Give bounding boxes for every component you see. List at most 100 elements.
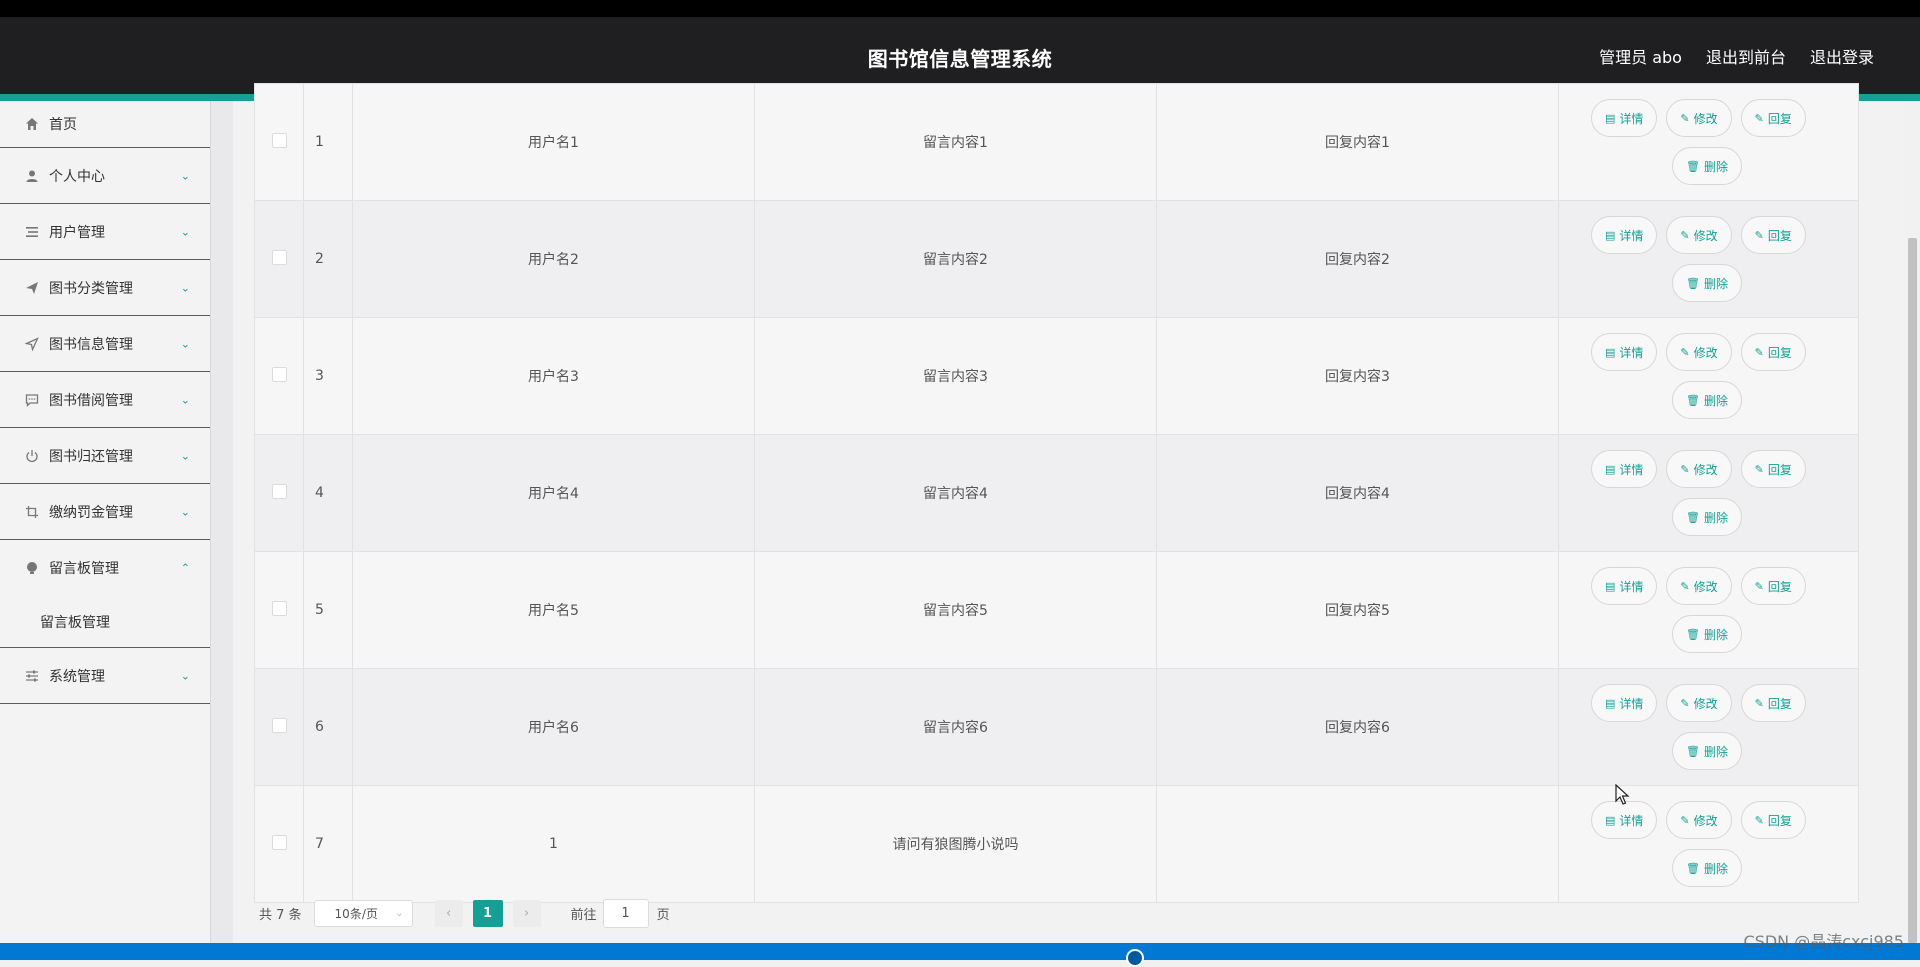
username-cell: 用户名4 (352, 434, 755, 552)
actions-cell: ▤ 详情 ✎ 修改 ✎ 回复 🗑 删除 (1558, 668, 1859, 786)
delete-button[interactable]: 🗑 删除 (1672, 381, 1742, 419)
delete-button[interactable]: 🗑 删除 (1672, 732, 1742, 770)
edit-button[interactable]: ✎ 修改 (1666, 99, 1732, 137)
reply-button[interactable]: ✎ 回复 (1740, 684, 1806, 722)
reply-button[interactable]: ✎ 回复 (1740, 567, 1806, 605)
page-scrollbar[interactable] (1905, 101, 1920, 943)
page-number-current[interactable]: 1 (472, 900, 503, 927)
row-checkbox[interactable] (271, 366, 287, 382)
chevron-down-icon: ⌄ (180, 505, 190, 518)
submenu-item-message-board[interactable]: 留言板管理 (0, 596, 210, 648)
reply-label: 回复 (1767, 813, 1792, 828)
sidebar-item-book-category[interactable]: 图书分类管理 ⌄ (0, 260, 210, 316)
chevron-down-icon: ⌄ (180, 169, 190, 182)
row-checkbox[interactable] (271, 249, 287, 265)
sidebar-item-borrow[interactable]: 图书借阅管理 ⌄ (0, 372, 210, 428)
document-icon: ▤ (1605, 696, 1616, 710)
actions-cell: ▤ 详情 ✎ 修改 ✎ 回复 🗑 删除 (1558, 551, 1859, 669)
sidebar-item-fines[interactable]: 缴纳罚金管理 ⌄ (0, 484, 210, 540)
pencil-icon: ✎ (1680, 813, 1690, 827)
edit-label: 修改 (1693, 696, 1718, 711)
table-row: 3 用户名3 留言内容3 回复内容3 ▤ 详情 ✎ 修改 ✎ 回复 🗑 删除 (254, 317, 1859, 435)
prev-page-button[interactable]: ‹ (434, 900, 463, 927)
detail-button[interactable]: ▤ 详情 (1591, 567, 1658, 605)
row-checkbox[interactable] (271, 834, 287, 850)
message-table: 1 用户名1 留言内容1 回复内容1 ▤ 详情 ✎ 修改 ✎ 回复 🗑 删除 2 用户名2 留言内容2 回复内… (254, 83, 1859, 903)
reply-button[interactable]: ✎ 回复 (1740, 216, 1806, 254)
detail-button[interactable]: ▤ 详情 (1591, 450, 1658, 488)
detail-button[interactable]: ▤ 详情 (1591, 99, 1658, 137)
row-checkbox[interactable] (271, 717, 287, 733)
chevron-down-icon: ⌄ (180, 449, 190, 462)
pencil-icon: ✎ (1680, 228, 1690, 242)
reply-cell: 回复内容4 (1156, 434, 1559, 552)
row-index: 3 (303, 317, 353, 435)
admin-user-label: 管理员 abo (1599, 48, 1682, 67)
reply-cell: 回复内容2 (1156, 200, 1559, 318)
mouse-cursor-icon (1615, 784, 1630, 805)
row-checkbox[interactable] (271, 132, 287, 148)
detail-label: 详情 (1619, 579, 1644, 594)
row-index: 2 (303, 200, 353, 318)
detail-button[interactable]: ▤ 详情 (1591, 684, 1658, 722)
sidebar-item-home[interactable]: 首页 (0, 101, 210, 148)
edit-button[interactable]: ✎ 修改 (1666, 450, 1732, 488)
row-index: 1 (303, 83, 353, 201)
page-size-select[interactable]: 10条/页 ⌄ (313, 900, 413, 927)
next-page-button[interactable]: › (512, 900, 541, 927)
actions-cell: ▤ 详情 ✎ 修改 ✎ 回复 🗑 删除 (1558, 317, 1859, 435)
pencil-icon: ✎ (1680, 345, 1690, 359)
detail-button[interactable]: ▤ 详情 (1591, 216, 1658, 254)
document-icon: ▤ (1605, 462, 1616, 476)
goto-page-input[interactable]: 1 (602, 899, 649, 928)
table-row: 4 用户名4 留言内容4 回复内容4 ▤ 详情 ✎ 修改 ✎ 回复 🗑 删除 (254, 434, 1859, 552)
table-row: 6 用户名6 留言内容6 回复内容6 ▤ 详情 ✎ 修改 ✎ 回复 🗑 删除 (254, 668, 1859, 786)
sidebar-item-book-info[interactable]: 图书信息管理 ⌄ (0, 316, 210, 372)
pagination-total: 共 7 条 (259, 908, 302, 923)
window-top-strip (0, 0, 1920, 17)
sidebar-item-message-board[interactable]: 留言板管理 ⌃ (0, 540, 210, 596)
sidebar-item-label: 用户管理 (49, 224, 105, 241)
edit-button[interactable]: ✎ 修改 (1666, 216, 1732, 254)
reply-button[interactable]: ✎ 回复 (1740, 333, 1806, 371)
delete-button[interactable]: 🗑 删除 (1672, 264, 1742, 302)
edit-label: 修改 (1693, 579, 1718, 594)
edit-button[interactable]: ✎ 修改 (1666, 333, 1732, 371)
sidebar-item-users[interactable]: 用户管理 ⌄ (0, 204, 210, 260)
row-checkbox-cell (254, 200, 304, 318)
reply-button[interactable]: ✎ 回复 (1740, 450, 1806, 488)
send-icon (24, 280, 40, 296)
row-checkbox[interactable] (271, 600, 287, 616)
reply-cell (1156, 785, 1559, 903)
pencil-icon: ✎ (1754, 813, 1764, 827)
pencil-icon: ✎ (1754, 111, 1764, 125)
delete-button[interactable]: 🗑 删除 (1672, 498, 1742, 536)
chevron-up-icon: ⌃ (180, 561, 190, 575)
scrollbar-thumb[interactable] (1908, 238, 1917, 943)
pencil-icon: ✎ (1680, 696, 1690, 710)
document-icon: ▤ (1605, 111, 1616, 125)
edit-button[interactable]: ✎ 修改 (1666, 684, 1732, 722)
reply-button[interactable]: ✎ 回复 (1740, 801, 1806, 839)
sidebar-item-return[interactable]: 图书归还管理 ⌄ (0, 428, 210, 484)
delete-button[interactable]: 🗑 删除 (1672, 147, 1742, 185)
logout-link[interactable]: 退出登录 (1810, 44, 1874, 68)
exit-to-front-link[interactable]: 退出到前台 (1706, 44, 1786, 68)
reply-cell: 回复内容6 (1156, 668, 1559, 786)
edit-button[interactable]: ✎ 修改 (1666, 801, 1732, 839)
chevron-down-icon: ⌄ (180, 393, 190, 406)
pencil-icon: ✎ (1754, 228, 1764, 242)
reply-button[interactable]: ✎ 回复 (1740, 99, 1806, 137)
detail-button[interactable]: ▤ 详情 (1591, 333, 1658, 371)
row-checkbox[interactable] (271, 483, 287, 499)
sidebar-item-system[interactable]: 系统管理 ⌄ (0, 648, 210, 704)
edit-button[interactable]: ✎ 修改 (1666, 567, 1732, 605)
delete-button[interactable]: 🗑 删除 (1672, 849, 1742, 887)
username-cell: 用户名1 (352, 83, 755, 201)
sidebar-item-label: 首页 (49, 117, 77, 133)
detail-button[interactable]: ▤ 详情 (1591, 801, 1658, 839)
pencil-icon: ✎ (1754, 579, 1764, 593)
sidebar-item-personal[interactable]: 个人中心 ⌄ (0, 148, 210, 204)
delete-button[interactable]: 🗑 删除 (1672, 615, 1742, 653)
reply-label: 回复 (1767, 228, 1792, 243)
